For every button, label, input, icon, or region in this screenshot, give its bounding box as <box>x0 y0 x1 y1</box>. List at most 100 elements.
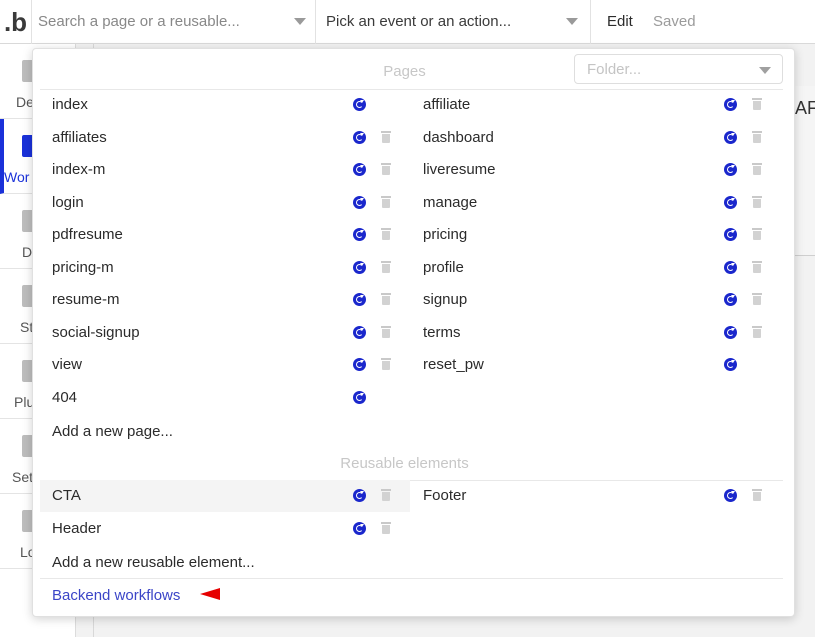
sync-icon[interactable] <box>724 489 737 502</box>
canvas-element-text: AF <box>795 98 815 118</box>
page-list-item[interactable]: 404 <box>40 382 410 414</box>
page-list-item[interactable]: pricing <box>411 219 783 251</box>
reusable-list-item-label: CTA <box>52 487 81 504</box>
page-list-item-label: index-m <box>52 161 106 178</box>
sync-icon[interactable] <box>353 358 366 371</box>
chevron-down-icon[interactable] <box>759 67 771 74</box>
sidebar-item-label: Set <box>12 469 34 485</box>
sync-icon[interactable] <box>353 98 366 111</box>
page-list-item-label: login <box>52 193 84 211</box>
page-list-item[interactable]: manage <box>411 187 783 219</box>
trash-icon[interactable] <box>381 521 391 534</box>
trash-icon[interactable] <box>752 98 762 110</box>
reusable-list-item-label: Header <box>52 519 102 537</box>
folder-placeholder: Folder... <box>587 61 642 78</box>
reusable-list-item[interactable]: Header <box>40 513 410 545</box>
add-page-link[interactable]: Add a new page... <box>52 423 173 440</box>
page-list-item[interactable]: login <box>40 187 410 219</box>
reusable-list-item[interactable]: CTA <box>40 480 410 512</box>
add-reusable-link[interactable]: Add a new reusable element... <box>52 554 255 571</box>
page-list-item-label: affiliate <box>423 96 471 113</box>
sync-icon[interactable] <box>724 260 737 274</box>
sync-icon[interactable] <box>353 130 366 144</box>
sync-icon[interactable] <box>724 195 737 209</box>
folder-select[interactable]: Folder... <box>574 54 783 84</box>
sync-icon[interactable] <box>724 293 737 306</box>
chevron-down-icon[interactable] <box>294 18 306 25</box>
trash-icon[interactable] <box>381 358 391 370</box>
page-list-item[interactable]: index-m <box>40 154 410 186</box>
sync-icon[interactable] <box>353 228 366 241</box>
trash-icon[interactable] <box>752 325 762 338</box>
trash-icon[interactable] <box>752 260 762 273</box>
sync-icon[interactable] <box>353 489 366 502</box>
trash-icon[interactable] <box>381 260 391 273</box>
sidebar-item-label: D <box>22 244 33 260</box>
trash-icon[interactable] <box>381 325 391 338</box>
page-list-item-label: pdfresume <box>52 226 123 243</box>
page-search-input[interactable] <box>38 8 278 34</box>
trash-icon[interactable] <box>752 163 762 175</box>
page-list-item[interactable]: index <box>40 89 410 121</box>
page-list-item[interactable]: affiliate <box>411 89 783 121</box>
trash-icon[interactable] <box>381 130 391 143</box>
trash-icon[interactable] <box>381 293 391 305</box>
trash-icon[interactable] <box>381 489 391 501</box>
page-list-item-label: view <box>52 356 83 373</box>
page-list-item[interactable]: resume-m <box>40 284 410 316</box>
sync-icon[interactable] <box>724 163 737 176</box>
divider <box>40 578 783 579</box>
sync-icon[interactable] <box>353 390 366 404</box>
page-list-item[interactable]: terms <box>411 317 783 349</box>
trash-icon[interactable] <box>381 163 391 175</box>
page-list-item-label: reset_pw <box>423 356 484 373</box>
page-list-item-label: affiliates <box>52 128 107 146</box>
page-list-item-label: dashboard <box>423 128 494 146</box>
page-selector-panel: Pages Folder... index affiliates index-m lo… <box>32 48 795 617</box>
page-list-item-label: 404 <box>52 388 78 406</box>
sync-icon[interactable] <box>353 521 366 535</box>
sync-icon[interactable] <box>724 325 737 339</box>
sync-icon[interactable] <box>353 195 366 209</box>
sync-icon[interactable] <box>353 325 366 339</box>
page-list-item[interactable]: social-signup <box>40 317 410 349</box>
sync-icon[interactable] <box>353 260 366 274</box>
page-list-item[interactable]: liveresume <box>411 154 783 186</box>
trash-icon[interactable] <box>752 195 762 208</box>
page-list-item[interactable]: profile <box>411 252 783 284</box>
page-search-dropdown[interactable] <box>32 0 316 44</box>
trash-icon[interactable] <box>381 195 391 208</box>
page-list-item-label: liveresume <box>423 161 496 178</box>
sync-icon[interactable] <box>724 130 737 144</box>
sync-icon[interactable] <box>724 98 737 111</box>
trash-icon[interactable] <box>752 130 762 143</box>
page-list-item-label: resume-m <box>52 291 120 308</box>
backend-workflows-link[interactable]: Backend workflows <box>52 587 180 604</box>
page-list-item[interactable]: view <box>40 349 410 381</box>
page-list-item-label: pricing-m <box>52 258 114 276</box>
page-list-item[interactable]: pdfresume <box>40 219 410 251</box>
sync-icon[interactable] <box>353 163 366 176</box>
trash-icon[interactable] <box>752 228 762 240</box>
reusable-list-item-label: Footer <box>423 487 467 504</box>
page-list-item[interactable]: dashboard <box>411 122 783 154</box>
event-action-dropdown[interactable]: Pick an event or an action... <box>316 0 591 44</box>
bubble-logo[interactable]: .b <box>0 0 32 44</box>
trash-icon[interactable] <box>752 489 762 501</box>
reusable-list-item[interactable]: Footer <box>411 480 783 512</box>
event-action-label: Pick an event or an action... <box>326 13 512 30</box>
page-list-item[interactable]: reset_pw <box>411 349 783 381</box>
page-list-item[interactable]: signup <box>411 284 783 316</box>
page-list-item[interactable]: pricing-m <box>40 252 410 284</box>
trash-icon[interactable] <box>752 293 762 305</box>
edit-menu[interactable]: Edit <box>607 13 633 30</box>
sync-icon[interactable] <box>724 228 737 241</box>
sync-icon[interactable] <box>724 358 737 371</box>
sync-icon[interactable] <box>353 293 366 306</box>
page-list-item-label: terms <box>423 323 461 341</box>
arrow-left-icon <box>200 588 220 600</box>
chevron-down-icon[interactable] <box>566 18 578 25</box>
page-list-item-label: index <box>52 96 88 113</box>
page-list-item[interactable]: affiliates <box>40 122 410 154</box>
trash-icon[interactable] <box>381 228 391 240</box>
